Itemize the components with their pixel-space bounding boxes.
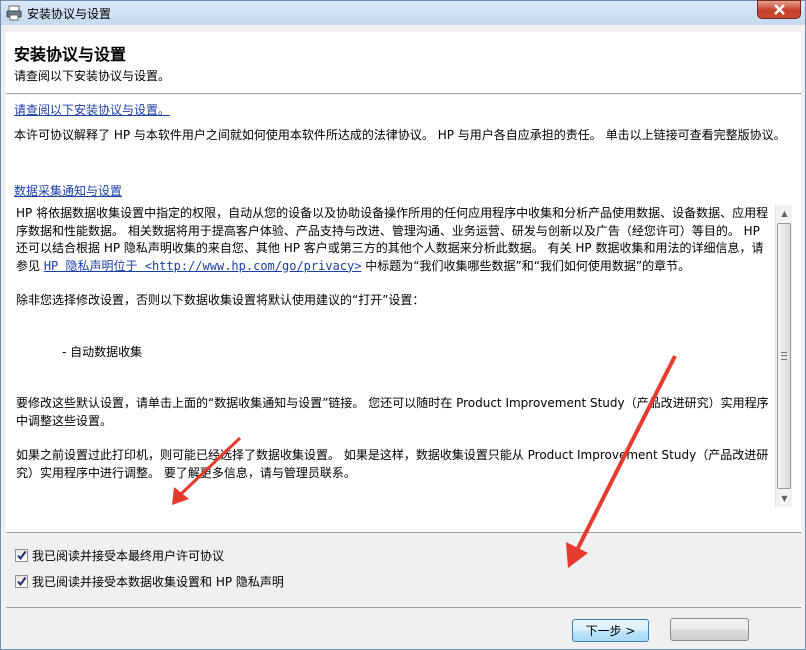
- data-collection-text-area[interactable]: HP 将依据数据收集设置中指定的权限，自动从您的设备以及协助设备操作所用的任何应…: [14, 205, 782, 507]
- data-paragraph-4: 如果之前设置过此打印机，则可能已经选择了数据收集设置。 如果是这样，数据收集设置…: [16, 448, 769, 480]
- data-paragraph-1: HP 将依据数据收集设置中指定的权限，自动从您的设备以及协助设备操作所用的任何应…: [16, 206, 769, 273]
- scroll-up-arrow-icon[interactable]: ▲: [776, 205, 793, 222]
- scrollbar-thumb[interactable]: [777, 223, 791, 489]
- accept-eula-label[interactable]: 我已阅读并接受本最终用户许可协议: [32, 547, 224, 564]
- data-collection-item: - 自动数据收集: [62, 344, 143, 359]
- accept-data-collection-checkbox-row[interactable]: 我已阅读并接受本数据收集设置和 HP 隐私声明: [15, 573, 284, 590]
- privacy-statement-link[interactable]: HP 隐私声明位于 <http://www.hp.com/go/privacy>: [44, 259, 362, 273]
- divider: [6, 607, 801, 608]
- close-icon: [774, 4, 785, 15]
- installer-window: 安装协议与设置 安装协议与设置 请查阅以下安装协议与设置。 请查阅以下安装协议与…: [0, 0, 806, 650]
- accept-data-collection-checkbox[interactable]: [15, 575, 28, 588]
- accept-eula-checkbox-row[interactable]: 我已阅读并接受本最终用户许可协议: [15, 547, 224, 564]
- license-description: 本许可协议解释了 HP 与本软件用户之间就如何使用本软件所达成的法律协议。 HP…: [14, 128, 786, 142]
- grip-icon: [781, 352, 787, 360]
- cancel-button[interactable]: [670, 618, 749, 641]
- window-title: 安装协议与设置: [27, 7, 112, 21]
- accept-data-collection-label[interactable]: 我已阅读并接受本数据收集设置和 HP 隐私声明: [32, 573, 284, 590]
- vertical-scrollbar[interactable]: ▲ ▼: [775, 205, 792, 507]
- checkmark-icon: [17, 550, 27, 561]
- next-button[interactable]: 下一步 >: [572, 619, 649, 642]
- content-panel: 请查阅以下安装协议与设置。 本许可协议解释了 HP 与本软件用户之间就如何使用本…: [6, 95, 801, 532]
- scroll-down-arrow-icon[interactable]: ▼: [776, 490, 793, 507]
- checkmark-icon: [17, 576, 27, 587]
- printer-app-icon: [6, 5, 22, 21]
- accept-eula-checkbox[interactable]: [15, 549, 28, 562]
- page-header: 安装协议与设置 请查阅以下安装协议与设置。: [6, 32, 801, 94]
- page-subtitle: 请查阅以下安装协议与设置。: [14, 69, 171, 83]
- data-collection-link[interactable]: 数据采集通知与设置: [14, 184, 122, 198]
- license-agreement-link[interactable]: 请查阅以下安装协议与设置。: [14, 103, 170, 117]
- data-paragraph-3: 要修改这些默认设置，请单击上面的“数据收集通知与设置”链接。 您还可以随时在 P…: [16, 396, 769, 428]
- divider: [6, 532, 801, 533]
- title-bar[interactable]: 安装协议与设置: [1, 0, 805, 25]
- data-paragraph-2: 除非您选择修改设置，否则以下数据收集设置将默认使用建议的“打开”设置：: [16, 293, 425, 307]
- page-title: 安装协议与设置: [14, 45, 127, 64]
- close-button[interactable]: [757, 0, 801, 19]
